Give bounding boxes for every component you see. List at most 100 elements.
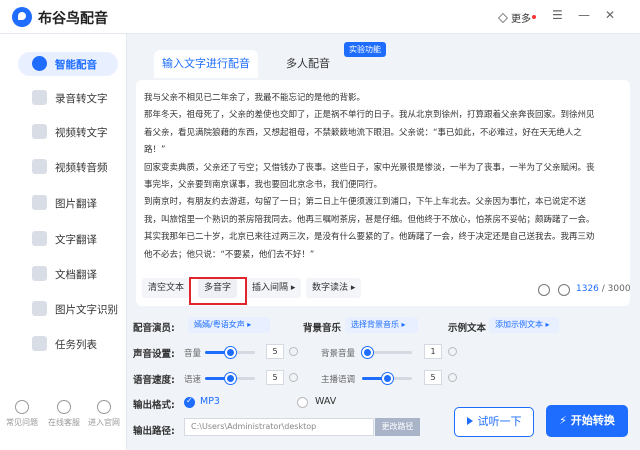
preview-label: 试听一下: [477, 415, 522, 428]
more-menu[interactable]: 更多: [498, 10, 536, 25]
editor-line: 他不必去；他只说：“不要紧，他们去不好！”: [144, 249, 315, 260]
close-icon[interactable]: ✕: [605, 8, 615, 22]
voice-value: 嫣嫣/粤语女声: [194, 320, 245, 329]
format-label: 输出格式:: [133, 400, 175, 411]
sidebar-item-label: 文档翻译: [55, 269, 97, 281]
bg-volume-slider-knob[interactable]: [361, 347, 373, 358]
path-label: 输出路径:: [133, 426, 175, 437]
preview-button[interactable]: 试听一下: [454, 407, 534, 437]
sidebar-item-label: 录音转文字: [55, 93, 108, 105]
bgm-label: 背景音乐: [303, 323, 342, 334]
pitch-sub-label: 主播语调: [321, 375, 356, 385]
pitch-slider[interactable]: [362, 373, 412, 384]
volume-slider[interactable]: [205, 347, 255, 358]
speed-slider[interactable]: [205, 373, 255, 384]
app-logo-icon: [12, 7, 32, 27]
speed-sub-label: 语速: [184, 375, 202, 385]
format-mp3-radio[interactable]: [184, 396, 195, 408]
sidebar-item-ocr[interactable]: 图片文字识别: [0, 295, 127, 323]
website-label: 进入官网: [88, 418, 120, 427]
voice-select[interactable]: 嫣嫣/粤语女声 ▸: [188, 317, 270, 333]
editor-line: 那年冬天，祖母死了，父亲的差使也交卸了，正是祸不单行的日子。我从北京到徐州，打算…: [144, 110, 595, 121]
app-title: 布谷鸟配音: [38, 11, 108, 27]
video-audio-icon: [32, 159, 47, 174]
speed-reset-icon[interactable]: [289, 373, 298, 382]
volume-slider-knob[interactable]: [224, 347, 236, 358]
bg-volume-input[interactable]: 1: [424, 344, 442, 359]
microphone-icon: [32, 56, 47, 71]
start-convert-button[interactable]: ⚡ 开始转换: [546, 405, 628, 437]
mode-tabs: 输入文字进行配音 多人配音: [140, 48, 630, 78]
sidebar-item-label: 任务列表: [55, 339, 97, 351]
sidebar-item-smart-dubbing[interactable]: 智能配音: [0, 50, 127, 78]
undo-icon[interactable]: [538, 284, 550, 296]
tab-multi-dubbing[interactable]: 多人配音: [262, 50, 354, 78]
speed-input[interactable]: 5: [266, 370, 284, 385]
volume-label: 声音设置:: [133, 349, 175, 360]
notification-dot: [532, 15, 536, 19]
change-path-button[interactable]: 更改路径: [375, 418, 420, 436]
menu-icon[interactable]: ☰: [552, 8, 563, 22]
sidebar-item-video-to-audio[interactable]: 视频转音频: [0, 153, 127, 181]
tab-text-dubbing[interactable]: 输入文字进行配音: [154, 50, 258, 78]
pitch-slider-knob[interactable]: [381, 373, 393, 384]
sidebar-item-image-translate[interactable]: 图片翻译: [0, 189, 127, 217]
headset-icon: [57, 400, 71, 414]
volume-sub-label: 音量: [184, 349, 202, 359]
audio-file-icon: [32, 90, 47, 105]
redo-icon[interactable]: [558, 284, 570, 296]
volume-reset-icon[interactable]: [289, 347, 298, 356]
speed-slider-knob[interactable]: [224, 373, 236, 384]
faq-label: 常见问题: [6, 418, 38, 427]
sidebar-item-label: 视频转文字: [55, 127, 108, 139]
sidebar-item-audio-to-text[interactable]: 录音转文字: [0, 84, 127, 112]
format-mp3-label: MP3: [200, 396, 220, 407]
bg-volume-reset-icon[interactable]: [448, 347, 457, 356]
sidebar-item-task-list[interactable]: 任务列表: [0, 330, 127, 358]
document-icon: [32, 266, 47, 281]
question-icon: [15, 400, 29, 414]
text-editor[interactable]: 我与父亲不相见已二年余了，我最不能忘记的是他的背影。 那年冬天，祖母死了，父亲的…: [144, 90, 622, 262]
editor-line: 其实我那年已二十岁，北京已来往过两三次，是没有什么要紧的了。他踌躇了一会，终于决…: [144, 232, 595, 243]
support-label: 在线客服: [48, 418, 80, 427]
clear-text-button[interactable]: 清空文本: [142, 278, 191, 298]
digit-read-label: 数字读法: [312, 283, 349, 293]
digit-read-button[interactable]: 数字读法 ▸: [306, 278, 362, 298]
sidebar-item-label: 图片翻译: [55, 198, 97, 210]
char-max: 3000: [607, 284, 631, 294]
format-wav-label: WAV: [315, 396, 337, 407]
example-value: 添加示例文本: [495, 320, 543, 329]
pitch-reset-icon[interactable]: [448, 373, 457, 382]
bg-volume-slider[interactable]: [361, 347, 412, 358]
format-wav-radio[interactable]: [297, 397, 308, 408]
example-label: 示例文本: [448, 323, 487, 334]
volume-input[interactable]: 5: [266, 344, 284, 359]
insert-pause-label: 插入间隔: [252, 283, 289, 293]
title-bar: 布谷鸟配音 更多 ☰ — ✕: [0, 0, 640, 34]
faq-link[interactable]: 常见问题: [4, 400, 40, 428]
minimize-icon[interactable]: —: [578, 8, 590, 22]
sidebar-item-video-to-text[interactable]: 视频转文字: [0, 118, 127, 146]
sidebar-item-doc-translate[interactable]: 文档翻译: [0, 260, 127, 288]
start-label: 开始转换: [570, 414, 615, 427]
editor-line: 事完毕，父亲要到南京谋事，我也要回北京念书，我们便同行。: [144, 180, 383, 191]
sidebar-item-label: 图片文字识别: [55, 304, 118, 316]
sidebar-item-text-translate[interactable]: 文字翻译: [0, 225, 127, 253]
insert-pause-button[interactable]: 插入间隔 ▸: [246, 278, 302, 298]
video-text-icon: [32, 124, 47, 139]
website-link[interactable]: 进入官网: [86, 400, 122, 428]
editor-line: 路！”: [144, 145, 166, 156]
pitch-input[interactable]: 5: [424, 370, 442, 385]
editor-line: 回家变卖典质，父亲还了亏空；又借钱办了丧事。这些日子，家中光景很是惨淡，一半为了…: [144, 162, 595, 173]
speed-label: 语音速度:: [133, 375, 175, 386]
sidebar-item-label: 文字翻译: [55, 234, 97, 246]
editor-line: 我与父亲不相见已二年余了，我最不能忘记的是他的背影。: [144, 93, 366, 103]
support-link[interactable]: 在线客服: [46, 400, 82, 428]
bgm-select[interactable]: 选择背景音乐 ▸: [345, 317, 418, 333]
sidebar-item-label: 视频转音频: [55, 162, 108, 174]
bg-volume-sub-label: 背景音量: [321, 349, 356, 359]
example-select[interactable]: 添加示例文本 ▸: [489, 317, 559, 333]
home-icon: [97, 400, 111, 414]
text-translate-icon: [32, 231, 47, 246]
output-path-input[interactable]: C:\Users\Administrator\desktop: [184, 418, 374, 436]
